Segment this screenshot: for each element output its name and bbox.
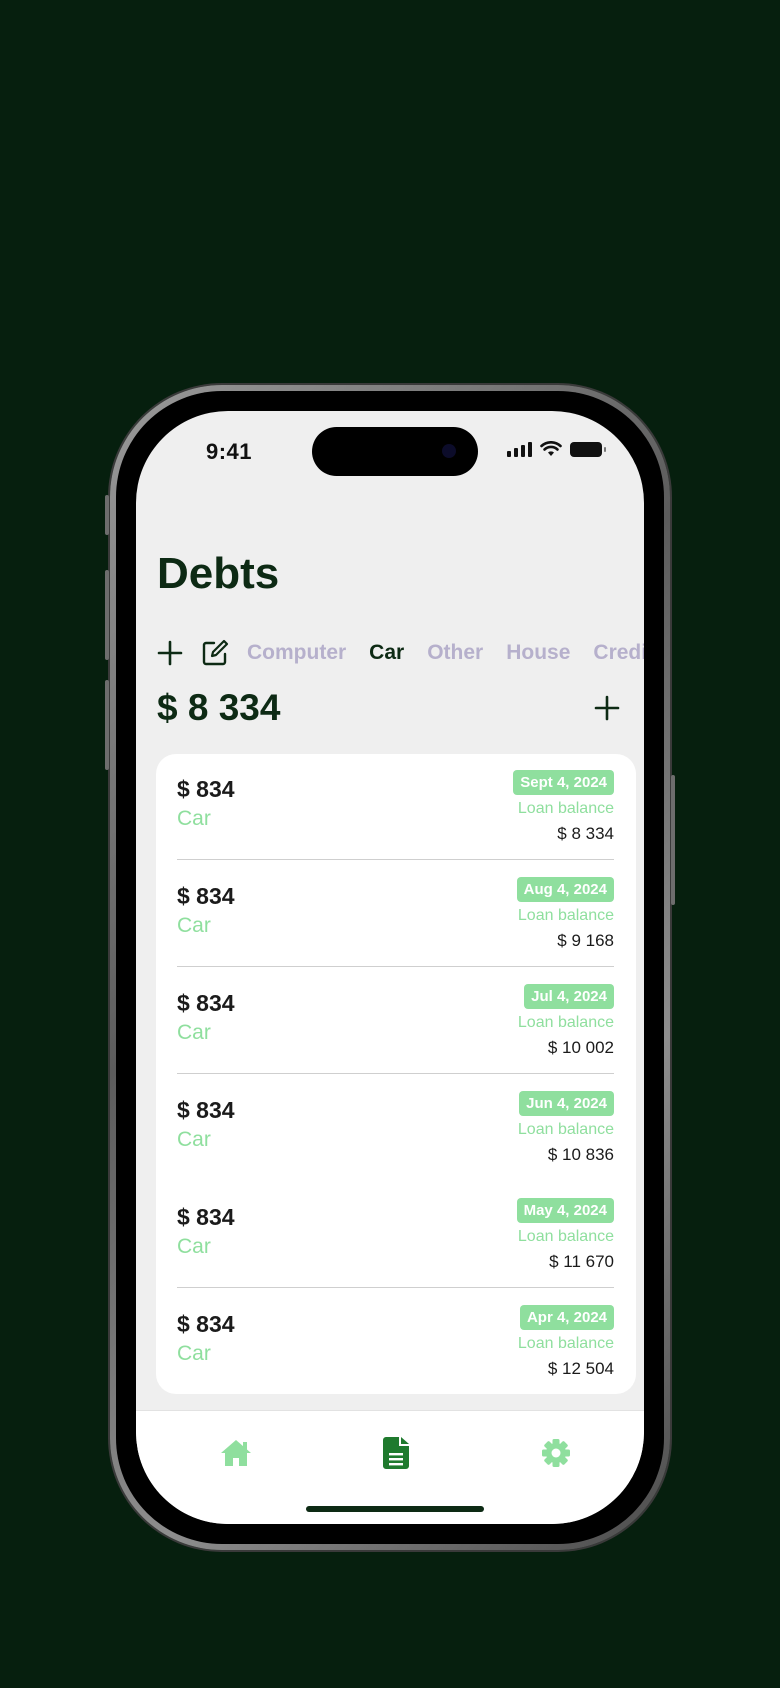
- list-item[interactable]: $ 834 Car May 4, 2024 Loan balance $ 11 …: [177, 1182, 614, 1288]
- balance-label: Loan balance: [517, 800, 614, 817]
- volume-up-button: [105, 570, 109, 660]
- home-icon: [221, 1440, 251, 1466]
- status-icons: [507, 441, 606, 457]
- list-item[interactable]: $ 834 Car Jun 4, 2024 Loan balance $ 10 …: [177, 1075, 614, 1181]
- payment-amount: $ 834: [177, 883, 235, 909]
- list-item[interactable]: $ 834 Car Apr 4, 2024 Loan balance $ 12 …: [177, 1289, 614, 1395]
- phone-frame: 9:41 Debts Computer Car Other House Cred…: [105, 385, 675, 1550]
- payment-category: Car: [177, 1021, 211, 1044]
- payments-list: $ 834 Car Sept 4, 2024 Loan balance $ 8 …: [156, 754, 636, 1394]
- tab-other[interactable]: Other: [427, 641, 483, 665]
- payment-category: Car: [177, 1235, 211, 1258]
- tab-car[interactable]: Car: [369, 641, 404, 665]
- payment-category: Car: [177, 914, 211, 937]
- edit-categories-button[interactable]: [201, 636, 229, 670]
- page-title: Debts: [157, 549, 280, 598]
- gear-icon: [542, 1439, 570, 1467]
- payment-amount: $ 834: [177, 1097, 235, 1123]
- battery-icon: [570, 441, 606, 457]
- list-item[interactable]: $ 834 Car Aug 4, 2024 Loan balance $ 9 1…: [177, 861, 614, 967]
- tab-bar: [136, 1410, 644, 1524]
- date-badge: Apr 4, 2024: [519, 1305, 614, 1330]
- add-payment-button[interactable]: [590, 691, 624, 725]
- bezel: 9:41 Debts Computer Car Other House Cred…: [116, 391, 664, 1544]
- cellular-signal-icon: [507, 441, 532, 457]
- plus-icon: [594, 695, 620, 721]
- divider: [177, 858, 614, 860]
- total-amount: $ 8 334: [157, 687, 281, 728]
- payment-amount: $ 834: [177, 776, 235, 802]
- balance-value: $ 9 168: [557, 931, 614, 950]
- balance-label: Loan balance: [517, 1121, 614, 1138]
- list-item[interactable]: $ 834 Car Jul 4, 2024 Loan balance $ 10 …: [177, 968, 614, 1074]
- status-bar: 9:41: [136, 411, 644, 491]
- screen: 9:41 Debts Computer Car Other House Cred…: [136, 411, 644, 1524]
- list-item[interactable]: $ 834 Car Sept 4, 2024 Loan balance $ 8 …: [177, 754, 614, 860]
- wifi-icon: [540, 441, 562, 456]
- balance-value: $ 12 504: [547, 1359, 614, 1378]
- payment-amount: $ 834: [177, 1311, 235, 1337]
- payment-category: Car: [177, 1342, 211, 1365]
- balance-label: Loan balance: [517, 1335, 614, 1352]
- date-badge: May 4, 2024: [516, 1198, 614, 1223]
- payment-amount: $ 834: [177, 1204, 235, 1230]
- home-indicator[interactable]: [306, 1506, 484, 1512]
- tab-documents[interactable]: [376, 1433, 416, 1473]
- divider: [177, 965, 614, 967]
- dynamic-island: [312, 427, 478, 476]
- mute-switch: [105, 495, 109, 535]
- power-button: [671, 775, 675, 905]
- date-badge: Aug 4, 2024: [516, 877, 614, 902]
- balance-label: Loan balance: [517, 1228, 614, 1245]
- tab-house[interactable]: House: [506, 641, 570, 665]
- camera-icon: [442, 444, 456, 458]
- status-time: 9:41: [206, 439, 253, 464]
- date-badge: Jun 4, 2024: [519, 1091, 614, 1116]
- tab-home[interactable]: [216, 1433, 256, 1473]
- payment-amount: $ 834: [177, 990, 235, 1016]
- edit-icon: [202, 639, 229, 666]
- document-icon: [383, 1437, 409, 1469]
- balance-value: $ 10 836: [547, 1145, 614, 1164]
- date-badge: Sept 4, 2024: [513, 770, 614, 795]
- divider: [177, 1072, 614, 1074]
- balance-label: Loan balance: [517, 1014, 614, 1031]
- balance-value: $ 8 334: [557, 824, 614, 843]
- balance-label: Loan balance: [517, 907, 614, 924]
- category-tabs: Computer Car Other House Credit: [157, 633, 644, 673]
- tab-computer[interactable]: Computer: [247, 641, 346, 665]
- tab-credit[interactable]: Credit: [593, 641, 644, 665]
- add-category-button[interactable]: [157, 636, 183, 670]
- date-badge: Jul 4, 2024: [524, 984, 614, 1009]
- balance-value: $ 11 670: [549, 1252, 614, 1271]
- payment-category: Car: [177, 1128, 211, 1151]
- volume-down-button: [105, 680, 109, 770]
- payment-category: Car: [177, 807, 211, 830]
- plus-icon: [157, 640, 183, 666]
- tab-settings[interactable]: [536, 1433, 576, 1473]
- divider: [177, 1286, 614, 1288]
- balance-value: $ 10 002: [547, 1038, 614, 1057]
